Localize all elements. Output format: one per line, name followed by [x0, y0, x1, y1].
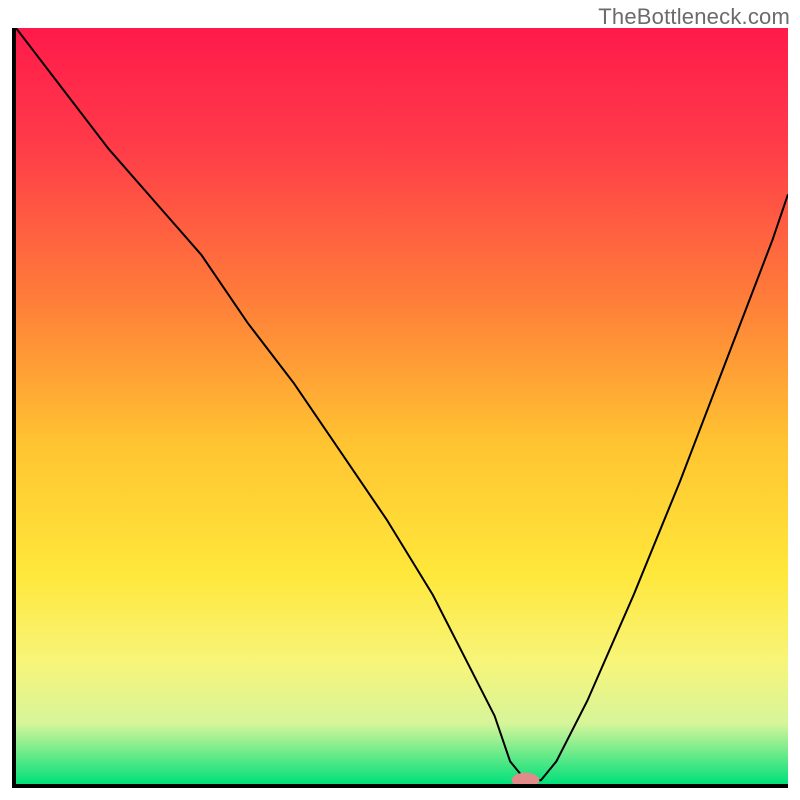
plot-area [12, 28, 788, 788]
gradient-fill [16, 28, 788, 784]
chart-container: TheBottleneck.com [0, 0, 800, 800]
watermark-text: TheBottleneck.com [598, 4, 790, 30]
chart-svg [16, 28, 788, 784]
